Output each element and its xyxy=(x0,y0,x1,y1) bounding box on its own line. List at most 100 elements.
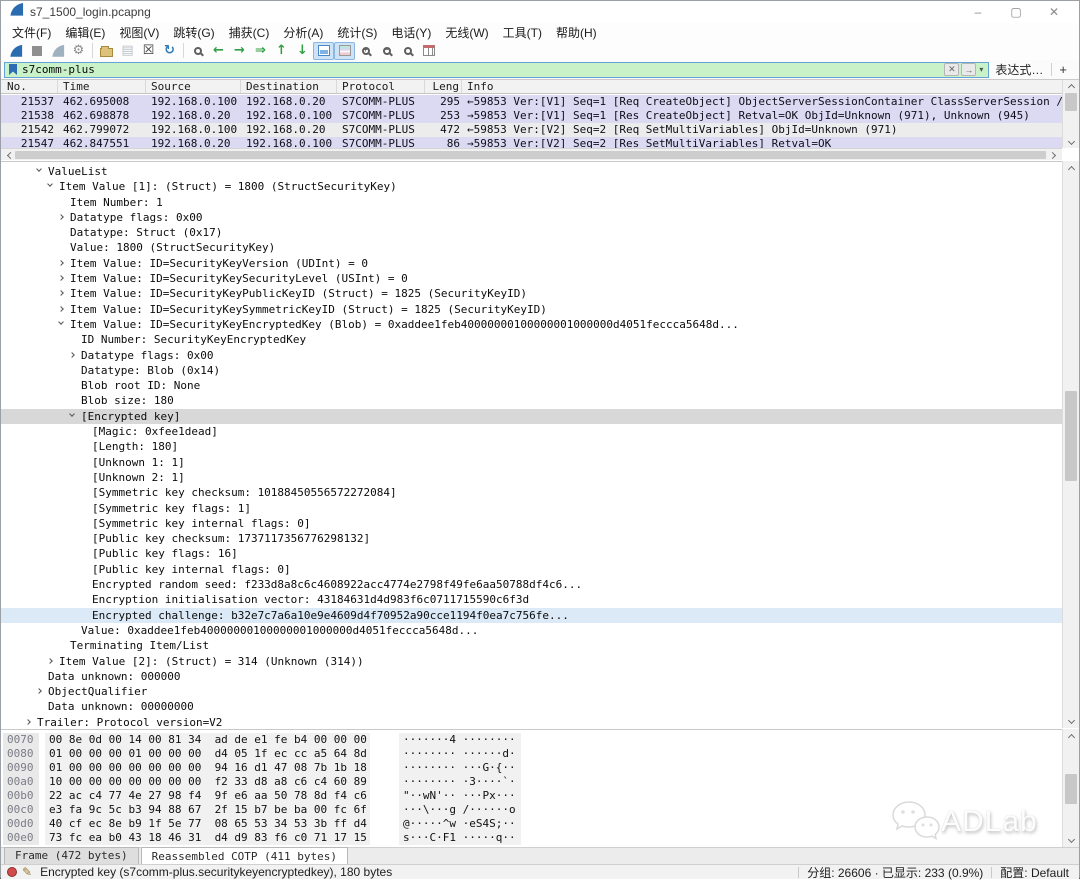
colorize-icon[interactable] xyxy=(334,42,355,60)
restart-capture-icon[interactable] xyxy=(47,42,68,60)
reload-file-icon[interactable]: ↻ xyxy=(159,42,180,60)
filter-add-button[interactable]: + xyxy=(1059,62,1067,77)
menu-item-10[interactable]: 帮助(H) xyxy=(549,23,604,42)
tree-row[interactable]: [Public key internal flags: 0] xyxy=(1,562,1062,577)
go-back-icon[interactable]: ← xyxy=(208,42,229,60)
filter-bookmark-icon[interactable] xyxy=(9,64,17,75)
tree-row[interactable]: Encrypted challenge: b32e7c7a6a10e9e4609… xyxy=(1,608,1062,623)
tree-row[interactable]: Item Value [2]: (Struct) = 314 (Unknown … xyxy=(1,654,1062,669)
go-top-icon[interactable]: ↑ xyxy=(271,42,292,60)
expander-right-icon[interactable] xyxy=(59,302,66,317)
close-file-icon[interactable]: ☒ xyxy=(138,42,159,60)
expander-right-icon[interactable] xyxy=(59,271,66,286)
packet-row[interactable]: 21542462.799072192.168.0.100192.168.0.20… xyxy=(1,123,1062,137)
tree-row[interactable]: Item Value: ID=SecurityKeyPublicKeyID (S… xyxy=(1,286,1062,301)
capture-options-icon[interactable]: ⚙ xyxy=(68,42,89,60)
tree-row[interactable]: Item Value [1]: (Struct) = 1800 (StructS… xyxy=(1,179,1062,194)
expander-right-icon[interactable] xyxy=(48,654,55,669)
find-packet-icon[interactable] xyxy=(187,42,208,60)
resize-columns-icon[interactable] xyxy=(418,42,439,60)
profile-status[interactable]: 配置: Default xyxy=(1000,864,1069,881)
column-header-destination[interactable]: Destination xyxy=(241,80,337,93)
expander-right-icon[interactable] xyxy=(59,210,66,225)
go-to-packet-icon[interactable]: ⇒ xyxy=(250,42,271,60)
minimize-button[interactable]: – xyxy=(959,1,997,23)
tree-row[interactable]: ValueList xyxy=(1,164,1062,179)
tree-row[interactable]: Data unknown: 00000000 xyxy=(1,699,1062,714)
tree-row[interactable]: [Symmetric key flags: 1] xyxy=(1,501,1062,516)
tree-row[interactable]: Encrypted random seed: f233d8a8c6c460892… xyxy=(1,577,1062,592)
byte-source-tab-0[interactable]: Frame (472 bytes) xyxy=(4,847,139,864)
column-header-no[interactable]: No. xyxy=(1,80,58,93)
close-button[interactable]: ✕ xyxy=(1035,1,1073,23)
packet-row[interactable]: 21537462.695008192.168.0.100192.168.0.20… xyxy=(1,95,1062,109)
tree-row[interactable]: Item Value: ID=SecurityKeySecurityLevel … xyxy=(1,271,1062,286)
expander-right-icon[interactable] xyxy=(37,684,44,699)
filter-text[interactable]: s7comm-plus xyxy=(22,63,942,76)
tree-row[interactable]: Item Number: 1 xyxy=(1,195,1062,210)
column-header-protocol[interactable]: Protocol xyxy=(337,80,425,93)
expander-right-icon[interactable] xyxy=(59,286,66,301)
packet-list-hscrollbar[interactable] xyxy=(1,148,1062,160)
tree-row[interactable]: [Unknown 2: 1] xyxy=(1,470,1062,485)
stop-capture-icon[interactable] xyxy=(26,42,47,60)
tree-row[interactable]: Item Value: ID=SecurityKeyVersion (UDInt… xyxy=(1,256,1062,271)
filter-clear-icon[interactable]: ✕ xyxy=(944,63,959,76)
zoom-out-icon[interactable]: − xyxy=(376,42,397,60)
expander-right-icon[interactable] xyxy=(59,256,66,271)
packet-list-vscrollbar[interactable] xyxy=(1062,80,1079,148)
tree-row[interactable]: Datatype: Blob (0x14) xyxy=(1,363,1062,378)
hex-row[interactable]: 008001 00 00 00 01 00 00 00 d4 05 1f ec … xyxy=(1,747,1062,761)
tree-row[interactable]: Terminating Item/List xyxy=(1,638,1062,653)
zoom-in-icon[interactable]: + xyxy=(355,42,376,60)
menu-item-3[interactable]: 跳转(G) xyxy=(166,23,221,42)
column-header-leng[interactable]: Leng xyxy=(425,80,462,93)
hex-row[interactable]: 00c0e3 fa 9c 5c b3 94 88 67 2f 15 b7 be … xyxy=(1,803,1062,817)
menu-item-6[interactable]: 统计(S) xyxy=(330,23,384,42)
hex-row[interactable]: 009001 00 00 00 00 00 00 00 94 16 d1 47 … xyxy=(1,761,1062,775)
tree-row[interactable]: [Unknown 1: 1] xyxy=(1,455,1062,470)
column-header-source[interactable]: Source xyxy=(146,80,241,93)
column-header-info[interactable]: Info xyxy=(462,80,1079,93)
packet-bytes-vscrollbar[interactable] xyxy=(1062,729,1079,847)
column-header-time[interactable]: Time xyxy=(58,80,146,93)
packet-row[interactable]: 21538462.698878192.168.0.20192.168.0.100… xyxy=(1,109,1062,123)
expander-right-icon[interactable] xyxy=(70,348,77,363)
auto-scroll-icon[interactable] xyxy=(313,42,334,60)
tree-row[interactable]: Value: 0xaddee1feb4000000010000000100000… xyxy=(1,623,1062,638)
tree-row[interactable]: [Public key checksum: 173711735677629813… xyxy=(1,531,1062,546)
expert-info-icon[interactable] xyxy=(7,867,17,877)
filter-apply-icon[interactable]: → xyxy=(961,63,976,76)
menu-item-0[interactable]: 文件(F) xyxy=(5,23,58,42)
tree-row[interactable]: ID Number: SecurityKeyEncryptedKey xyxy=(1,332,1062,347)
hex-row[interactable]: 00e073 fc ea b0 43 18 46 31 d4 d9 83 f6 … xyxy=(1,831,1062,845)
start-capture-icon[interactable] xyxy=(5,42,26,60)
hex-row[interactable]: 00a010 00 00 00 00 00 00 00 f2 33 d8 a8 … xyxy=(1,775,1062,789)
tree-row[interactable]: Datatype: Struct (0x17) xyxy=(1,225,1062,240)
hex-row[interactable]: 007000 8e 0d 00 14 00 81 34 ad de e1 fe … xyxy=(1,733,1062,747)
display-filter-input[interactable]: s7comm-plus ✕ → ▾ xyxy=(4,62,989,78)
tree-row[interactable]: [Length: 180] xyxy=(1,439,1062,454)
maximize-button[interactable]: ▢ xyxy=(997,1,1035,23)
expander-down-icon[interactable] xyxy=(70,409,74,424)
tree-row[interactable]: Datatype flags: 0x00 xyxy=(1,210,1062,225)
tree-row[interactable]: Trailer: Protocol version=V2 xyxy=(1,715,1062,728)
tree-row[interactable]: Data unknown: 000000 xyxy=(1,669,1062,684)
tree-row[interactable]: Encryption initialisation vector: 431846… xyxy=(1,592,1062,607)
tree-row[interactable]: [Symmetric key internal flags: 0] xyxy=(1,516,1062,531)
menu-item-8[interactable]: 无线(W) xyxy=(438,23,495,42)
go-forward-icon[interactable]: → xyxy=(229,42,250,60)
packet-detail-vscrollbar[interactable] xyxy=(1062,161,1079,728)
hex-row[interactable]: 00d040 cf ec 8e b9 1f 5e 77 08 65 53 34 … xyxy=(1,817,1062,831)
menu-item-5[interactable]: 分析(A) xyxy=(276,23,330,42)
tree-row[interactable]: Value: 1800 (StructSecurityKey) xyxy=(1,240,1062,255)
expander-down-icon[interactable] xyxy=(59,317,63,332)
expander-right-icon[interactable] xyxy=(26,715,33,728)
tree-row[interactable]: [Encrypted key] xyxy=(1,409,1062,424)
capture-comment-icon[interactable]: ✎ xyxy=(22,865,32,879)
tree-row[interactable]: Datatype flags: 0x00 xyxy=(1,348,1062,363)
menu-item-4[interactable]: 捕获(C) xyxy=(222,23,277,42)
open-file-icon[interactable] xyxy=(96,42,117,60)
tree-row[interactable]: ObjectQualifier xyxy=(1,684,1062,699)
menu-item-9[interactable]: 工具(T) xyxy=(496,23,549,42)
